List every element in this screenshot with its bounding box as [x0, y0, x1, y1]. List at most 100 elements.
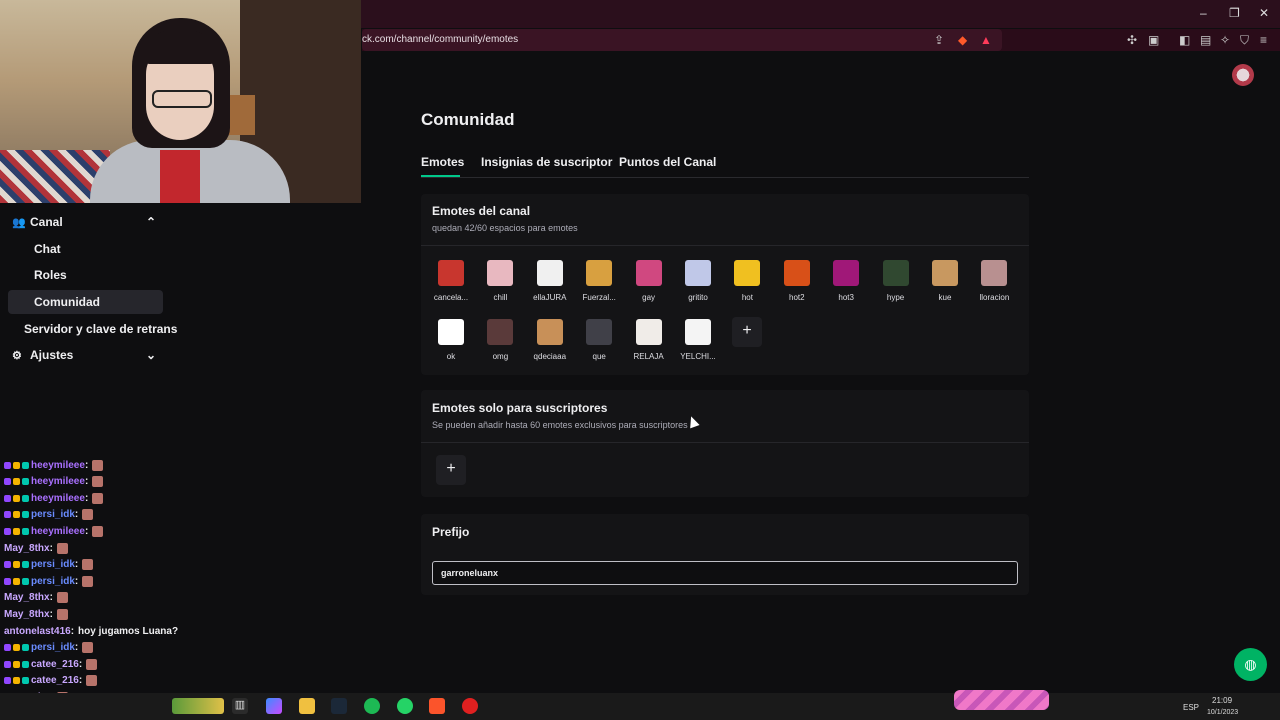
- chat-overlay: heeymileee : heeymileee : heeymileee : pers…: [0, 456, 230, 700]
- copilot-icon[interactable]: [266, 698, 282, 714]
- sidebar-item-label: Canal: [30, 215, 63, 229]
- chat-username[interactable]: catee_216: [31, 659, 79, 670]
- chat-username[interactable]: May_8thx: [4, 543, 50, 554]
- avatar[interactable]: [1232, 64, 1254, 86]
- tab-divider: [421, 177, 1029, 178]
- chat-separator: :: [78, 675, 83, 687]
- file-explorer-icon[interactable]: [299, 698, 315, 714]
- sidebar-item-canal[interactable]: 👥 Canal ⌃: [8, 210, 163, 234]
- chat-username[interactable]: catee_216: [31, 675, 79, 686]
- sidebar-item-comunidad[interactable]: Comunidad: [8, 290, 163, 314]
- emote-label: omg: [492, 352, 509, 361]
- emote-image: [536, 260, 563, 286]
- tab-puntos[interactable]: Puntos del Canal: [619, 155, 716, 169]
- sidebar-item-servidor[interactable]: Servidor y clave de retrans: [8, 317, 177, 341]
- emote-item[interactable]: omg: [475, 319, 525, 361]
- task-view-icon[interactable]: ▥: [232, 698, 248, 714]
- sidebar-item-roles[interactable]: Roles: [8, 263, 67, 287]
- chat-message: May_8thx :: [4, 541, 68, 555]
- emote-item[interactable]: Fuerzal...: [574, 260, 624, 302]
- share-icon[interactable]: ⇪: [934, 33, 944, 47]
- extensions-icon[interactable]: ✣: [1127, 33, 1137, 47]
- chat-username[interactable]: persi_idk: [31, 576, 75, 587]
- emote-item[interactable]: ok: [426, 319, 476, 361]
- chevron-down-icon: ⌄: [146, 348, 157, 362]
- widgets-icon[interactable]: [172, 698, 224, 714]
- sidebar-item-chat[interactable]: Chat: [8, 237, 61, 261]
- chat-badge-icon: [22, 461, 29, 469]
- emote-label: que: [592, 352, 606, 361]
- address-bar[interactable]: ck.com/channel/community/emotes ⇪ ◆ ▲: [362, 29, 1002, 51]
- obs-icon[interactable]: [462, 698, 478, 714]
- chat-username[interactable]: May_8thx: [4, 592, 50, 603]
- sidebar-item-ajustes[interactable]: ⚙ Ajustes ⌄: [8, 343, 163, 367]
- emote-item[interactable]: qdeciaaa: [525, 319, 575, 361]
- brave-shield-icon[interactable]: ◆: [958, 33, 967, 47]
- sidebar-item-label: Roles: [34, 268, 67, 282]
- sidebar-item-label: Chat: [34, 242, 61, 256]
- chat-badge-icon: [13, 677, 20, 685]
- brave-icon[interactable]: [429, 698, 445, 714]
- language-indicator[interactable]: ESP: [1183, 703, 1199, 712]
- spotify-icon[interactable]: [364, 698, 380, 714]
- leo-icon[interactable]: ✧: [1220, 33, 1230, 47]
- chat-message: persi_idk :: [4, 574, 94, 588]
- emote-item[interactable]: que: [574, 319, 624, 361]
- chat-message: catee_216 :: [4, 674, 98, 688]
- prefix-input[interactable]: [432, 561, 1018, 585]
- emote-item[interactable]: hot2: [772, 260, 822, 302]
- chat-emote: [92, 476, 104, 488]
- emote-item[interactable]: gritito: [673, 260, 723, 302]
- chat-username[interactable]: heeymileee: [31, 493, 85, 504]
- emote-label: hot3: [838, 293, 854, 302]
- card-separator: [421, 442, 1029, 443]
- chat-emote: [86, 675, 98, 687]
- chat-emote: [82, 642, 94, 654]
- vpn-icon[interactable]: ⛉: [1240, 33, 1249, 48]
- emote-item[interactable]: cancela...: [426, 260, 476, 302]
- emote-item[interactable]: hot3: [821, 260, 871, 302]
- wallet-icon[interactable]: ▤: [1200, 33, 1211, 47]
- add-sub-emote-button[interactable]: +: [436, 455, 466, 485]
- steam-icon[interactable]: [331, 698, 347, 714]
- gear-icon: ⚙: [12, 349, 22, 362]
- add-emote-button[interactable]: +: [732, 317, 762, 347]
- emote-item[interactable]: hype: [871, 260, 921, 302]
- emote-item[interactable]: lloracion: [969, 260, 1019, 302]
- close-window-button[interactable]: ✕: [1259, 6, 1269, 20]
- clock-date[interactable]: 10/1/2023: [1207, 709, 1238, 716]
- chat-username[interactable]: May_8thx: [4, 609, 50, 620]
- chat-username[interactable]: persi_idk: [31, 642, 75, 653]
- emote-item[interactable]: YELCHI...: [673, 319, 723, 361]
- active-tab-indicator: [421, 175, 460, 177]
- chat-username[interactable]: heeymileee: [31, 476, 85, 487]
- brave-rewards-icon[interactable]: ▲: [980, 33, 992, 47]
- chat-message: May_8thx :: [4, 591, 68, 605]
- emote-item[interactable]: gay: [624, 260, 674, 302]
- restore-button[interactable]: ❐: [1229, 6, 1240, 20]
- emote-item[interactable]: kue: [920, 260, 970, 302]
- chat-username[interactable]: antonelast416: [4, 626, 71, 637]
- sidebar-icon[interactable]: ◧: [1179, 33, 1190, 47]
- chat-separator: :: [74, 559, 79, 571]
- chat-separator: :: [49, 542, 53, 554]
- tab-emotes[interactable]: Emotes: [421, 155, 464, 169]
- whatsapp-icon[interactable]: [397, 698, 413, 714]
- menu-icon[interactable]: ≡: [1260, 33, 1267, 47]
- chat-username[interactable]: heeymileee: [31, 526, 85, 537]
- channel-emotes-card: Emotes del canal quedan 42/60 espacios p…: [421, 194, 1029, 375]
- emote-item[interactable]: chill: [475, 260, 525, 302]
- emote-item[interactable]: hot: [722, 260, 772, 302]
- chat-username[interactable]: heeymileee: [31, 460, 85, 471]
- reader-icon[interactable]: ▣: [1148, 33, 1159, 47]
- tab-insignias[interactable]: Insignias de suscriptor: [481, 155, 612, 169]
- chat-badge-icon: [13, 478, 20, 486]
- help-button[interactable]: ◍: [1234, 648, 1267, 681]
- emote-item[interactable]: ellaJURA: [525, 260, 575, 302]
- emote-image: [685, 260, 711, 286]
- emote-item[interactable]: RELAJA: [624, 319, 674, 361]
- chat-username[interactable]: persi_idk: [31, 559, 75, 570]
- minimize-button[interactable]: –: [1200, 6, 1207, 20]
- clock-time[interactable]: 21:09: [1212, 696, 1232, 705]
- chat-username[interactable]: persi_idk: [31, 509, 75, 520]
